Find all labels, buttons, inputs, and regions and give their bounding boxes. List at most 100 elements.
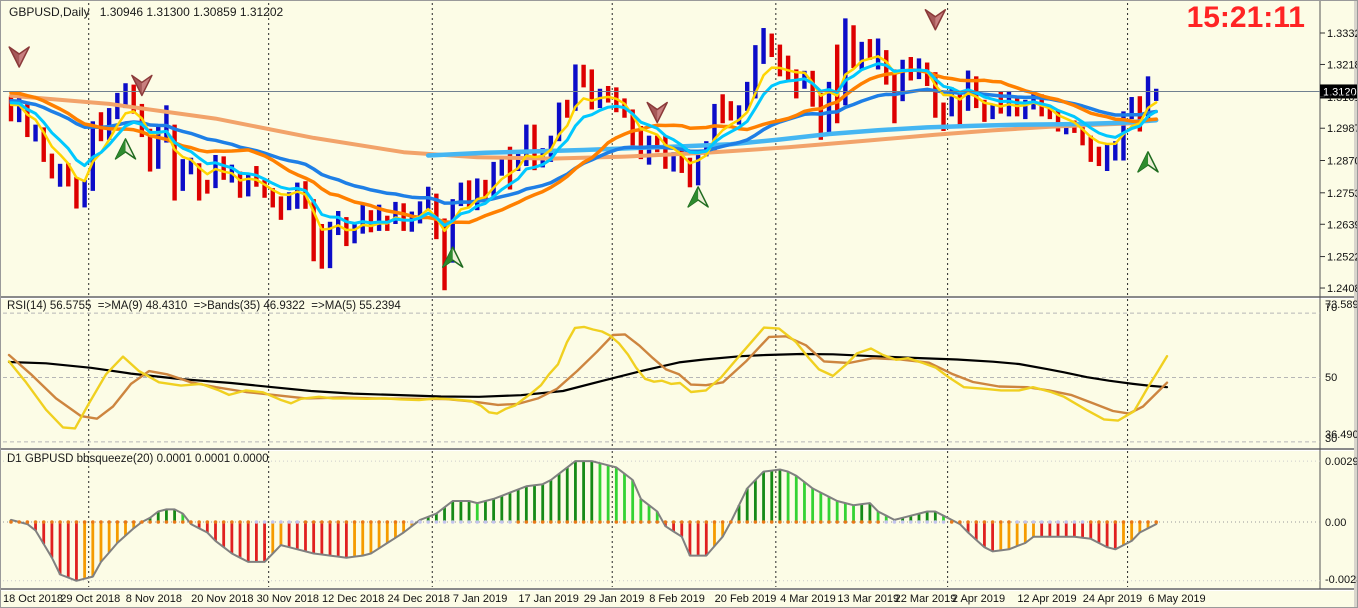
squeeze-dot [115, 520, 120, 524]
squeeze-dot [941, 520, 946, 524]
squeeze-bar [66, 522, 70, 578]
squeeze-bar [549, 480, 553, 522]
squeeze-dot [1129, 520, 1134, 524]
bear-candle [589, 69, 594, 110]
squeeze-bar [344, 522, 348, 558]
squeeze-bar [353, 522, 356, 557]
symbol-period-label: GBPUSD,Daily [9, 5, 90, 19]
ohlc-values: 1.30946 1.31300 1.30859 1.31202 [99, 5, 284, 19]
squeeze-dot [778, 520, 782, 524]
squeeze-bar [1122, 522, 1125, 546]
squeeze-dot [418, 520, 422, 524]
squeeze-dot [1113, 520, 1118, 524]
bull-candle [695, 152, 701, 186]
bear-candle [769, 33, 774, 58]
squeeze-dot [1080, 520, 1085, 524]
squeeze-dot [450, 520, 455, 524]
squeeze-dot [557, 520, 561, 524]
price-axis[interactable] [1320, 1, 1358, 589]
squeeze-bar [819, 492, 823, 522]
squeeze-bar [50, 522, 54, 558]
squeeze-dot [401, 520, 406, 524]
squeeze-bar [500, 495, 504, 522]
squeeze-dot [1105, 520, 1109, 524]
squeeze-dot [328, 520, 332, 524]
bear-candle [278, 196, 284, 220]
squeeze-bar [1023, 522, 1027, 543]
bear-candle [663, 135, 668, 169]
rsi-indicator-label: RSI(14) 56.5755 =>MA(9) 48.4310 =>Bands(… [7, 300, 401, 312]
squeeze-dot [213, 520, 218, 524]
squeeze-dot [172, 520, 177, 524]
squeeze-bar [83, 522, 87, 579]
time-axis[interactable] [1, 589, 1358, 608]
squeeze-bar [639, 498, 643, 522]
squeeze-dot [164, 520, 169, 524]
panel-separator[interactable] [1, 448, 1358, 450]
bull-candle [859, 41, 864, 70]
bear-candle [957, 91, 963, 125]
squeeze-bar [860, 504, 864, 522]
squeeze-dot [802, 520, 807, 524]
squeeze-bar [492, 498, 496, 522]
squeeze-dot [688, 520, 692, 524]
squeeze-dot [876, 520, 880, 524]
squeeze-bar [1089, 522, 1093, 539]
squeeze-dot [262, 520, 267, 524]
squeeze-bar [361, 522, 365, 556]
squeeze-dot [524, 520, 529, 524]
squeeze-dot [230, 520, 234, 524]
squeeze-dot [843, 520, 848, 524]
squeeze-dot [295, 520, 300, 524]
bear-candle [851, 25, 856, 69]
squeeze-bar [753, 480, 757, 522]
squeeze-bar [312, 522, 316, 554]
squeeze-dot [459, 520, 463, 524]
squeeze-bar [778, 469, 782, 522]
squeeze-dot [835, 520, 839, 524]
bear-candle [810, 70, 815, 107]
panel-separator[interactable] [1, 296, 1358, 298]
squeeze-bar [590, 461, 594, 522]
squeeze-dot [900, 520, 905, 524]
squeeze-dot [696, 520, 700, 524]
squeeze-dot [549, 520, 553, 524]
ma-skyblue-line [425, 117, 1159, 158]
market-clock: 15:21:11 [1186, 1, 1305, 34]
bear-candle [720, 94, 725, 124]
squeeze-bar [75, 522, 78, 581]
bull-candle [295, 182, 300, 209]
squeeze-dot [123, 520, 128, 524]
squeeze-dot [91, 520, 95, 524]
squeeze-dot [974, 520, 979, 524]
squeeze-bar [598, 463, 602, 522]
squeeze-bar [1032, 522, 1035, 537]
squeeze-dot [565, 520, 570, 524]
squeeze-dot [614, 520, 619, 524]
squeeze-dot [933, 520, 938, 524]
squeeze-dot [720, 520, 725, 524]
bear-candle [1088, 135, 1093, 162]
squeeze-dot [369, 520, 373, 524]
bear-candle [777, 44, 783, 77]
squeeze-dot [925, 520, 929, 524]
squeeze-dot [140, 520, 144, 524]
squeeze-dot [1146, 520, 1150, 524]
squeeze-dot [917, 520, 921, 524]
squeeze-dot [426, 520, 430, 524]
squeeze-bar [1015, 522, 1019, 547]
squeeze-dot [745, 520, 749, 524]
squeeze-dot [679, 520, 684, 524]
squeeze-bar [1097, 522, 1101, 543]
squeeze-bar [484, 501, 487, 522]
panel-separator-highlight [1, 450, 1357, 451]
squeeze-bar [606, 465, 610, 522]
squeeze-bar [1048, 522, 1052, 537]
bull-candle [417, 201, 423, 224]
squeeze-dot [606, 520, 610, 524]
squeeze-dot [598, 520, 602, 524]
squeeze-bar [524, 486, 528, 522]
bbsqueeze-indicator-label: D1 GBPUSD bbsqueeze(20) 0.0001 0.0001 0.… [7, 453, 269, 465]
bear-candle [221, 156, 226, 180]
squeeze-dot [1072, 520, 1077, 524]
